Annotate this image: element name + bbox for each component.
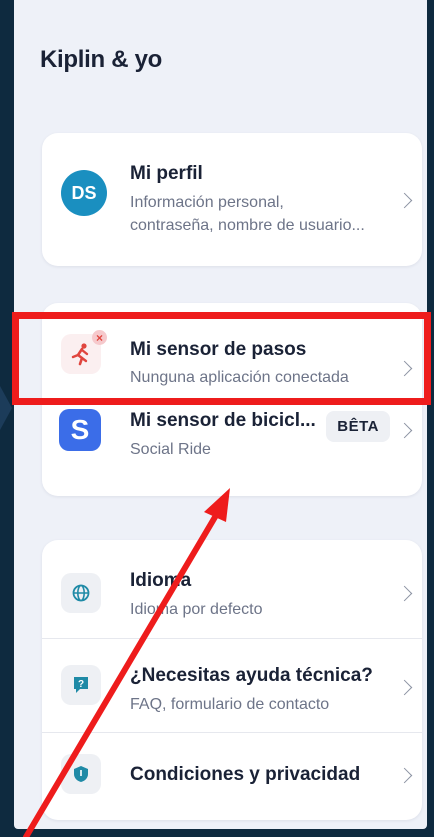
language-subtitle: Idioma por defecto — [130, 601, 263, 618]
social-ride-s-icon: S — [59, 409, 101, 451]
highlight-box — [12, 312, 431, 405]
help-chat-icon: ? — [61, 665, 101, 705]
profile-card[interactable]: DS Mi perfil Información personal, contr… — [42, 133, 422, 266]
avatar: DS — [61, 170, 107, 216]
profile-subtitle-line2: contraseña, nombre de usuario... — [130, 217, 365, 234]
help-row[interactable]: ? ¿Necesitas ayuda técnica? FAQ, formula… — [42, 639, 422, 732]
profile-subtitle-line1: Información personal, — [130, 194, 284, 211]
help-title: ¿Necesitas ayuda técnica? — [130, 665, 373, 686]
globe-icon — [61, 573, 101, 613]
bike-sensor-title: Mi sensor de bicicl... — [130, 410, 316, 431]
language-row[interactable]: Idioma Idioma por defecto — [42, 540, 422, 638]
left-edge-arrow — [0, 386, 12, 430]
chevron-right-icon — [396, 767, 413, 784]
chevron-right-icon — [396, 679, 413, 696]
help-subtitle: FAQ, formulario de contacto — [130, 696, 330, 713]
chevron-right-icon — [396, 422, 413, 439]
language-title: Idioma — [130, 570, 192, 591]
beta-badge: BÊTA — [326, 411, 390, 442]
app-screen: Kiplin & yo DS Mi perfil Información per… — [14, 0, 427, 829]
social-ride-letter: S — [70, 414, 90, 445]
chevron-right-icon — [396, 585, 413, 602]
bike-sensor-row[interactable]: S Mi sensor de bicicl... Social Ride BÊT… — [42, 398, 422, 496]
svg-text:?: ? — [78, 679, 84, 690]
privacy-row[interactable]: Condiciones y privacidad — [42, 733, 422, 820]
chevron-right-icon — [396, 192, 413, 209]
shield-icon — [61, 754, 101, 794]
profile-title: Mi perfil — [130, 163, 203, 184]
privacy-title: Condiciones y privacidad — [130, 764, 361, 785]
settings-card: Idioma Idioma por defecto ? ¿Necesitas a… — [42, 540, 422, 820]
page-title: Kiplin & yo — [40, 46, 163, 73]
bike-sensor-subtitle: Social Ride — [130, 441, 211, 458]
